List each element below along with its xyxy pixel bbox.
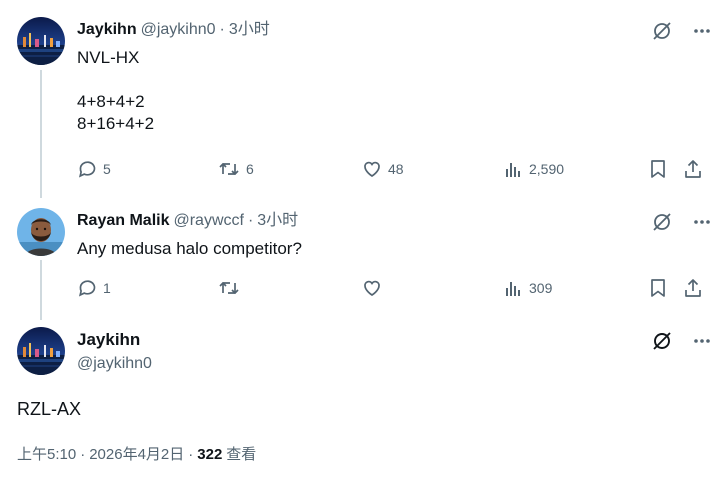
- tweet-header: Rayan Malik @raywccf · 3小时: [77, 211, 298, 231]
- reply-icon: [78, 161, 96, 178]
- share-icon: [685, 279, 701, 297]
- retweet-icon: [219, 163, 239, 175]
- more-icon[interactable]: [691, 211, 713, 233]
- tweet-top-actions: [651, 211, 713, 233]
- bookmark-icon: [651, 160, 665, 178]
- thread-line: [40, 260, 42, 320]
- avatar[interactable]: [17, 327, 65, 375]
- tweet-date[interactable]: 2026年4月2日: [89, 445, 184, 465]
- reply-count: 5: [103, 161, 111, 177]
- like-icon: [364, 280, 380, 296]
- tweet-header: Jaykihn @jaykihn0 · 3小时: [77, 20, 270, 40]
- tweet-text: NVL-HX 4+8+4+2 8+16+4+2: [77, 47, 154, 135]
- more-icon[interactable]: [691, 20, 713, 42]
- user-handle[interactable]: @jaykihn0: [141, 20, 216, 40]
- tweet-time[interactable]: 上午5:10: [17, 445, 76, 465]
- user-handle[interactable]: @raywccf: [173, 211, 243, 231]
- tweet-text-line: 4+8+4+2: [77, 92, 145, 111]
- share-button[interactable]: [683, 278, 703, 298]
- bookmark-button[interactable]: [649, 278, 667, 298]
- tweet-actions: 5 6 48 2,590: [77, 159, 707, 181]
- like-count: 48: [388, 161, 404, 177]
- views-button[interactable]: 309: [505, 278, 552, 298]
- tweet-text-line: Any medusa halo competitor?: [77, 239, 302, 258]
- tweet-text: Any medusa halo competitor?: [77, 238, 302, 260]
- retweet-button[interactable]: 6: [218, 159, 254, 179]
- views-icon: [506, 163, 520, 177]
- tweet-top-actions: [651, 20, 713, 42]
- views-count: 322: [197, 446, 223, 463]
- views-label: 查看: [226, 446, 257, 463]
- tweet-meta: 上午5:10 · 2026年4月2日 · 322 查看: [17, 445, 256, 465]
- display-name[interactable]: Jaykihn: [77, 329, 140, 351]
- more-icon[interactable]: [691, 330, 713, 352]
- bookmark-button[interactable]: [649, 159, 667, 179]
- bookmark-icon: [651, 279, 665, 297]
- avatar[interactable]: [17, 208, 65, 256]
- reply-count: 1: [103, 280, 111, 296]
- separator-dot: ·: [247, 212, 254, 229]
- like-icon: [364, 161, 380, 177]
- like-button[interactable]: [362, 278, 388, 298]
- views-count: 2,590: [529, 161, 565, 177]
- retweet-button[interactable]: [218, 278, 246, 298]
- views-button[interactable]: 2,590: [505, 159, 564, 179]
- tweet-text: RZL-AX: [17, 399, 82, 419]
- reply-button[interactable]: 1: [77, 278, 111, 298]
- views-icon: [506, 282, 520, 296]
- avatar[interactable]: [17, 17, 65, 65]
- tweet-time[interactable]: 3小时: [257, 211, 298, 231]
- tweet-text-line: 8+16+4+2: [77, 114, 155, 133]
- share-button[interactable]: [683, 159, 703, 179]
- thread-line: [40, 70, 42, 198]
- separator-dot: ·: [80, 446, 86, 463]
- display-name[interactable]: Rayan Malik: [77, 211, 169, 231]
- tweet-time[interactable]: 3小时: [229, 20, 270, 40]
- views-count: 309: [529, 280, 553, 296]
- reply-button[interactable]: 5: [77, 159, 111, 179]
- tweet-actions: 1 309: [77, 278, 707, 300]
- tweet-top-actions: [651, 330, 713, 352]
- tweet-text-line: [77, 69, 154, 91]
- reply-icon: [78, 280, 96, 297]
- tweet-text-line: NVL-HX: [77, 48, 140, 67]
- separator-dot: ·: [188, 446, 194, 463]
- separator-dot: ·: [219, 21, 225, 38]
- grok-icon[interactable]: [651, 330, 673, 352]
- share-icon: [685, 160, 701, 178]
- retweet-icon: [219, 282, 239, 294]
- display-name[interactable]: Jaykihn: [77, 20, 137, 40]
- grok-icon[interactable]: [651, 211, 673, 233]
- tweet-thread: Jaykihn @jaykihn0 · 3小时 NVL-HX 4+8+4+2 8…: [0, 0, 719, 481]
- user-handle[interactable]: @jaykihn0: [77, 354, 152, 374]
- like-button[interactable]: 48: [362, 159, 404, 179]
- retweet-count: 6: [246, 161, 254, 177]
- grok-icon[interactable]: [651, 20, 673, 42]
